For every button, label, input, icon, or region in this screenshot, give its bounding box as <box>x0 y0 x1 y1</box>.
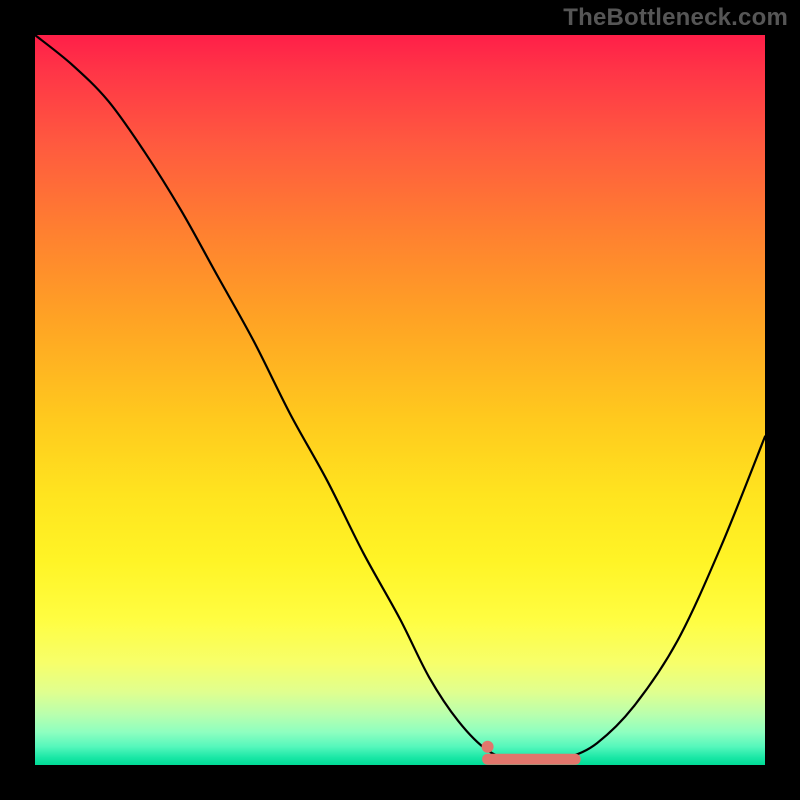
optimal-range-highlight <box>482 741 576 759</box>
bottleneck-curve-line <box>35 35 765 762</box>
highlight-dot-icon <box>482 741 494 753</box>
watermark-text: TheBottleneck.com <box>563 4 788 32</box>
plot-area <box>35 35 765 765</box>
chart-frame: TheBottleneck.com <box>0 0 800 800</box>
chart-svg <box>35 35 765 765</box>
